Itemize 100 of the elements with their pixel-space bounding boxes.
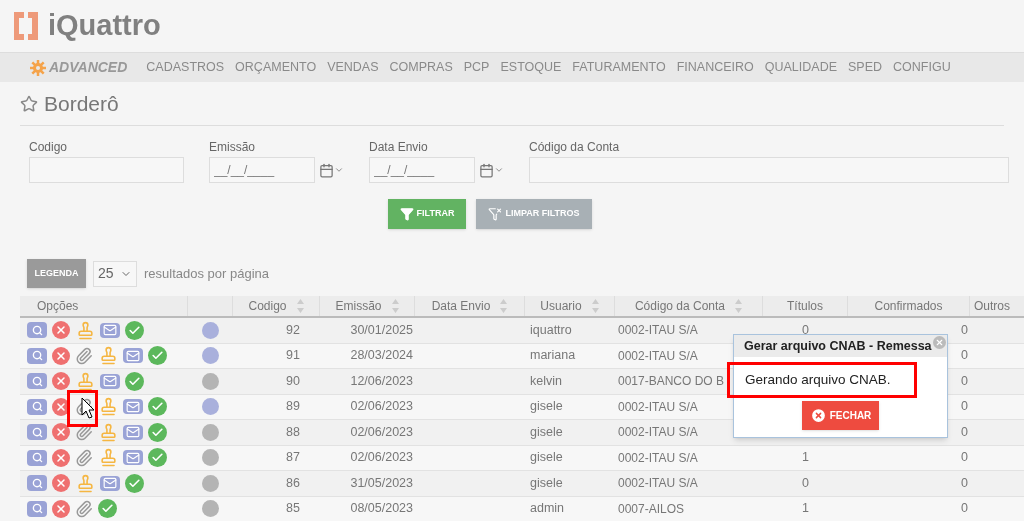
column-header[interactable]: Código da Conta	[634, 297, 726, 315]
search-icon[interactable]	[27, 347, 47, 364]
stamp-icon[interactable]	[98, 345, 118, 366]
table-cell-text: 0	[961, 398, 968, 416]
table-cell-text: iquattro	[530, 321, 572, 339]
clear-filter-icon	[488, 207, 503, 221]
check-icon[interactable]	[148, 448, 167, 468]
filter-label: Codigo	[29, 139, 69, 156]
sort-icon[interactable]	[391, 299, 399, 313]
column-header[interactable]: Data Envio	[431, 297, 491, 315]
filter-label: Data Envio	[369, 139, 429, 156]
check-icon[interactable]	[148, 397, 167, 417]
page-title: Borderô	[44, 90, 119, 117]
table-cell-text: 92	[286, 321, 300, 339]
menu-item[interactable]: CADASTROS	[146, 58, 225, 77]
menu-item[interactable]: VENDAS	[327, 58, 379, 77]
search-icon[interactable]	[27, 500, 47, 517]
column-header: Outros	[970, 296, 1024, 316]
cancel-icon[interactable]	[52, 474, 70, 493]
sort-icon[interactable]	[500, 299, 508, 313]
close-icon[interactable]	[933, 336, 946, 349]
mail-icon[interactable]	[100, 373, 120, 389]
page-size-select[interactable]: 25	[93, 260, 137, 287]
table-cell-text: 1	[802, 500, 809, 518]
check-icon[interactable]	[148, 346, 167, 366]
mail-icon[interactable]	[123, 348, 143, 364]
paperclip-icon[interactable]	[75, 498, 93, 519]
cancel-icon[interactable]	[52, 372, 70, 391]
table-cell-text: 30/01/2025	[350, 321, 413, 339]
calendar-icon[interactable]	[479, 162, 504, 178]
date-field[interactable]: __/__/____	[209, 157, 315, 183]
search-icon[interactable]	[27, 373, 47, 390]
check-icon[interactable]	[125, 320, 144, 340]
table-cell-text: 0002-ITAU S/A	[618, 424, 698, 442]
menu-item[interactable]: QUALIDADE	[764, 58, 837, 77]
filter-label: Código da Conta	[529, 139, 621, 156]
check-icon[interactable]	[148, 422, 167, 442]
search-icon[interactable]	[27, 424, 47, 441]
menu-item[interactable]: ESTOQUE	[500, 58, 562, 77]
mail-icon[interactable]	[100, 322, 120, 338]
filter-icon	[399, 207, 414, 221]
search-icon[interactable]	[27, 398, 47, 415]
calendar-icon[interactable]	[319, 162, 344, 178]
paperclip-icon[interactable]	[75, 447, 93, 468]
search-icon[interactable]	[27, 322, 47, 339]
cancel-icon[interactable]	[52, 423, 70, 442]
stamp-icon[interactable]	[98, 396, 118, 417]
stamp-icon[interactable]	[75, 473, 95, 494]
table-cell-text: 0	[802, 321, 809, 339]
table-cell-text: 02/06/2023	[350, 398, 413, 416]
mail-icon[interactable]	[123, 450, 143, 466]
mail-icon[interactable]	[123, 424, 143, 440]
cancel-icon[interactable]	[52, 321, 70, 340]
column-header[interactable]: Usuario	[540, 297, 582, 315]
sort-icon[interactable]	[735, 299, 743, 313]
dialog-message: Gerando arquivo CNAB.	[745, 372, 891, 387]
table-cell-text: 0	[961, 372, 968, 390]
column-header[interactable]: Emissão	[335, 297, 382, 315]
cancel-icon[interactable]	[52, 346, 70, 365]
mail-icon[interactable]	[123, 399, 143, 415]
check-icon[interactable]	[125, 473, 144, 493]
paperclip-icon[interactable]	[75, 345, 93, 366]
stamp-icon[interactable]	[98, 422, 118, 443]
table-cell-text: 0007-AILOS	[618, 500, 685, 518]
text-field[interactable]	[529, 157, 1009, 183]
menu-item[interactable]: FATURAMENTO	[572, 58, 666, 77]
menu-item[interactable]: SPED	[848, 58, 883, 77]
check-icon[interactable]	[98, 499, 117, 519]
mail-icon[interactable]	[100, 475, 120, 491]
column-header: Confirmados	[848, 296, 970, 316]
dialog-title: Gerar arquivo CNAB - Remessa	[744, 337, 932, 355]
clear-filters-button[interactable]: LIMPAR FILTROS	[476, 199, 592, 229]
sort-icon[interactable]	[296, 299, 304, 313]
highlight-box	[67, 390, 98, 427]
cancel-icon[interactable]	[52, 499, 70, 518]
cancel-icon[interactable]	[52, 448, 70, 467]
close-button[interactable]: FECHAR	[802, 401, 879, 430]
table-cell-text: 0017-BANCO DO B	[618, 373, 725, 391]
menu-item[interactable]: COMPRAS	[389, 58, 453, 77]
text-field[interactable]	[29, 157, 184, 183]
menu-item[interactable]: PCP	[463, 58, 490, 77]
paperclip-icon[interactable]	[75, 396, 93, 417]
filter-button[interactable]: FILTRAR	[388, 199, 466, 229]
stamp-icon[interactable]	[98, 447, 118, 468]
page-size-label: resultados por página	[144, 264, 270, 283]
table-cell-text: 31/05/2023	[350, 474, 413, 492]
sort-icon[interactable]	[591, 299, 599, 313]
favorite-star-icon[interactable]	[20, 94, 38, 113]
menu-item[interactable]: CONFIGU	[893, 58, 951, 77]
stamp-icon[interactable]	[75, 371, 95, 392]
legend-button[interactable]: LEGENDA	[27, 259, 86, 288]
search-icon[interactable]	[27, 449, 47, 466]
date-field[interactable]: __/__/____	[369, 157, 475, 183]
table-cell-text: 0002-ITAU S/A	[618, 347, 698, 365]
check-icon[interactable]	[125, 371, 144, 391]
column-header[interactable]: Codigo	[248, 297, 287, 315]
stamp-icon[interactable]	[75, 320, 95, 341]
search-icon[interactable]	[27, 475, 47, 492]
menu-item[interactable]: FINANCEIRO	[676, 58, 754, 77]
menu-item[interactable]: ORÇAMENTO	[235, 58, 317, 77]
